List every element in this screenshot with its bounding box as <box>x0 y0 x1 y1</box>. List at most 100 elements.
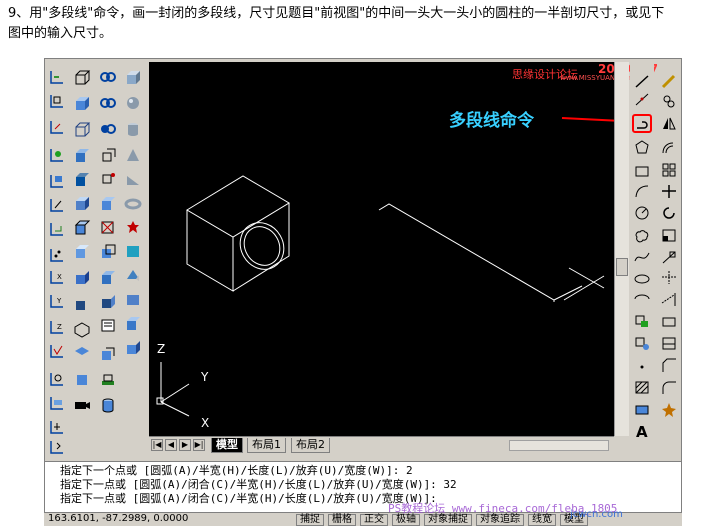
spline-icon[interactable] <box>632 248 652 267</box>
make-block-icon[interactable] <box>632 334 652 353</box>
box-gouraud-edges-icon[interactable] <box>72 218 92 237</box>
ucs-x-icon[interactable]: X <box>47 268 67 287</box>
box-edges-icon[interactable] <box>72 120 92 139</box>
polygon-icon[interactable] <box>632 138 652 157</box>
drawing-area[interactable]: Z Y X <box>149 62 614 436</box>
ucs-object-icon[interactable] <box>47 196 67 215</box>
box-shade-icon[interactable] <box>72 146 92 165</box>
interfere-icon[interactable] <box>98 242 118 261</box>
view-front-icon[interactable] <box>72 370 92 389</box>
box-cube-icon[interactable] <box>72 268 92 287</box>
offset-icon[interactable] <box>659 138 679 157</box>
setup-drawing-icon[interactable] <box>98 268 118 287</box>
vertical-scroll-thumb[interactable] <box>616 258 628 276</box>
ucs-face-icon[interactable] <box>47 220 67 239</box>
grid-toggle[interactable]: 栅格 <box>328 514 356 526</box>
snap-toggle[interactable]: 捕捉 <box>296 514 324 526</box>
trim-icon[interactable] <box>659 268 679 287</box>
revolve-icon[interactable] <box>98 170 118 189</box>
ucs-move-icon[interactable] <box>47 438 67 457</box>
view-iso-icon[interactable] <box>72 320 92 339</box>
horizontal-scrollbar[interactable] <box>509 440 609 451</box>
ucs-apply-icon[interactable] <box>47 342 67 361</box>
ellipse-arc-icon[interactable] <box>632 290 652 309</box>
insert-block-icon[interactable] <box>632 312 652 331</box>
chamfer-icon[interactable] <box>659 356 679 375</box>
layer-icon[interactable] <box>98 344 118 363</box>
ucs-previous-icon[interactable] <box>47 370 67 389</box>
extrude-icon[interactable] <box>98 146 118 165</box>
rotate-icon[interactable] <box>659 204 679 223</box>
circle-icon[interactable] <box>632 204 652 223</box>
ucs-settings-icon[interactable] <box>47 418 67 437</box>
materials-icon[interactable] <box>123 266 143 285</box>
extend-icon[interactable] <box>659 290 679 309</box>
setup-view-icon[interactable] <box>98 292 118 311</box>
first-tab-button[interactable]: |◀ <box>151 439 163 451</box>
break-at-point-icon[interactable] <box>659 334 679 353</box>
tab-layout2[interactable]: 布局2 <box>291 438 330 453</box>
box-light-icon[interactable] <box>72 242 92 261</box>
cylinder-render-icon[interactable] <box>123 120 143 139</box>
fog-icon[interactable] <box>123 314 143 333</box>
tab-layout1[interactable]: 布局1 <box>247 438 286 453</box>
vertical-scrollbar[interactable] <box>614 62 629 436</box>
wedge-icon[interactable] <box>123 170 143 189</box>
arc-icon[interactable] <box>632 182 652 201</box>
setup-profile-icon[interactable] <box>98 316 118 335</box>
ucs-world-icon[interactable] <box>47 92 67 111</box>
view-top-icon[interactable] <box>72 344 92 363</box>
lights-icon[interactable] <box>123 218 143 237</box>
ucs-zaxis-icon[interactable] <box>47 146 67 165</box>
section-icon[interactable] <box>98 218 118 237</box>
prev-tab-button[interactable]: ◀ <box>165 439 177 451</box>
hatch-icon[interactable] <box>632 378 652 397</box>
revision-cloud-icon[interactable] <box>632 226 652 245</box>
camera-icon[interactable] <box>72 396 92 415</box>
ucs-y-icon[interactable]: Y <box>47 292 67 311</box>
render-box-icon[interactable] <box>123 68 143 87</box>
next-tab-button[interactable]: ▶ <box>179 439 191 451</box>
last-tab-button[interactable]: ▶| <box>193 439 205 451</box>
box-flat-icon[interactable] <box>72 170 92 189</box>
cylinder-icon[interactable] <box>98 396 118 415</box>
slice-icon[interactable] <box>98 194 118 213</box>
move-icon[interactable] <box>659 182 679 201</box>
ucs-3point-icon[interactable] <box>47 246 67 265</box>
box-gouraud-icon[interactable] <box>72 194 92 213</box>
statistics-icon[interactable] <box>123 338 143 357</box>
ucs-origin-icon[interactable] <box>47 118 67 137</box>
explode-icon[interactable] <box>659 400 679 419</box>
scene-icon[interactable] <box>123 242 143 261</box>
rectangle-icon[interactable] <box>632 162 652 181</box>
box-wire-icon[interactable] <box>72 68 92 87</box>
array-icon[interactable] <box>659 160 679 179</box>
torus-render-icon[interactable] <box>123 194 143 213</box>
ortho-toggle[interactable]: 正交 <box>360 514 388 526</box>
point-icon[interactable] <box>632 358 652 377</box>
union-icon[interactable] <box>98 94 118 113</box>
construction-line-icon[interactable] <box>632 90 652 109</box>
cone-icon[interactable] <box>123 146 143 165</box>
line-icon[interactable] <box>632 72 652 91</box>
scale-icon[interactable] <box>659 226 679 245</box>
mirror-icon[interactable] <box>659 114 679 133</box>
subtract-icon[interactable] <box>98 120 118 139</box>
fillet-icon[interactable] <box>659 378 679 397</box>
ucs-icon[interactable] <box>47 68 67 87</box>
erase-icon[interactable] <box>659 72 679 91</box>
ucs-view-icon[interactable] <box>47 172 67 191</box>
ellipse-icon[interactable] <box>632 270 652 289</box>
landscape-icon[interactable] <box>123 290 143 309</box>
box-dark-icon[interactable] <box>72 294 92 313</box>
multiline-text-icon[interactable]: A <box>632 422 652 441</box>
tab-model[interactable]: 模型 <box>211 438 243 453</box>
ucs-named-icon[interactable] <box>47 394 67 413</box>
break-icon[interactable] <box>659 312 679 331</box>
sphere-icon[interactable] <box>123 94 143 113</box>
ucs-z-icon[interactable]: Z <box>47 318 67 337</box>
polyline-tool-button[interactable] <box>632 114 652 133</box>
region-icon[interactable] <box>632 400 652 419</box>
stretch-icon[interactable] <box>659 248 679 267</box>
flatten-icon[interactable] <box>98 370 118 389</box>
